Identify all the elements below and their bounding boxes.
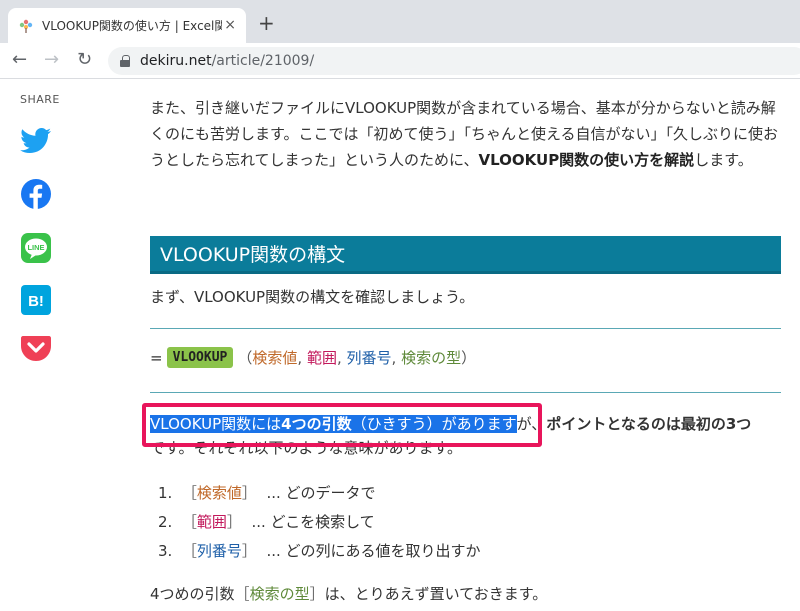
tab-bar: VLOOKUP関数の使い方 | Excel関数 × + bbox=[0, 0, 800, 43]
twitter-icon[interactable] bbox=[20, 127, 52, 159]
browser-toolbar: ← → ↻ dekiru.net/article/21009/ bbox=[0, 43, 800, 79]
article-intro: また、引き継いだファイルにVLOOKUP関数が含まれている場合、基本が分からない… bbox=[150, 95, 780, 173]
hatena-icon-text: B! bbox=[28, 293, 44, 310]
new-tab-button[interactable]: + bbox=[258, 13, 275, 33]
url-text[interactable]: dekiru.net/article/21009/ bbox=[140, 53, 314, 69]
list-item: 1. ［検索値］ ... どのデータで bbox=[158, 484, 376, 502]
syntax-equals: = bbox=[150, 348, 163, 367]
site-favicon-icon bbox=[18, 18, 34, 34]
annotation-highlight-box bbox=[142, 403, 542, 447]
list-item: 2. ［範囲］ ... どこを検索して bbox=[158, 513, 375, 531]
divider-top bbox=[150, 328, 781, 329]
syntax-line: = VLOOKUP （検索値, 範囲, 列番号, 検索の型） bbox=[150, 347, 476, 368]
syntax-intro: まず、VLOOKUP関数の構文を確認しましょう。 bbox=[150, 288, 475, 306]
line-icon[interactable]: LINE bbox=[20, 232, 52, 264]
lock-icon[interactable] bbox=[120, 55, 130, 67]
syntax-args: （検索値, 範囲, 列番号, 検索の型） bbox=[237, 349, 477, 367]
section-heading: VLOOKUP関数の構文 bbox=[150, 236, 781, 274]
intro-paragraph: また、引き継いだファイルにVLOOKUP関数が含まれている場合、基本が分からない… bbox=[150, 99, 779, 169]
tab-close-icon[interactable]: × bbox=[224, 17, 236, 33]
forward-button[interactable]: → bbox=[44, 50, 59, 70]
back-button[interactable]: ← bbox=[12, 50, 27, 70]
arg-range: 範囲 bbox=[306, 349, 337, 367]
line-icon-text: LINE bbox=[27, 243, 44, 252]
facebook-icon[interactable] bbox=[20, 178, 52, 210]
function-name-badge: VLOOKUP bbox=[166, 347, 234, 368]
arg-column-index: 列番号 bbox=[346, 349, 392, 367]
reload-button[interactable]: ↻ bbox=[77, 50, 92, 70]
share-label: SHARE bbox=[20, 93, 60, 106]
list-item: 3. ［列番号］ ... どの列にある値を取り出すか bbox=[158, 542, 481, 560]
address-bar[interactable]: dekiru.net/article/21009/ bbox=[108, 47, 800, 75]
browser-tab[interactable]: VLOOKUP関数の使い方 | Excel関数 × bbox=[8, 8, 246, 43]
arg-match-type: 検索の型 bbox=[401, 349, 462, 367]
tab-title: VLOOKUP関数の使い方 | Excel関数 bbox=[42, 19, 222, 33]
arg-lookup-value: 検索値 bbox=[252, 349, 298, 367]
closing-sentence: 4つめの引数［検索の型］は、とりあえず置いておきます。 bbox=[150, 585, 548, 603]
pocket-icon[interactable] bbox=[20, 333, 52, 365]
hatena-bookmark-icon[interactable]: B! bbox=[20, 284, 52, 316]
divider-bottom bbox=[150, 392, 781, 393]
